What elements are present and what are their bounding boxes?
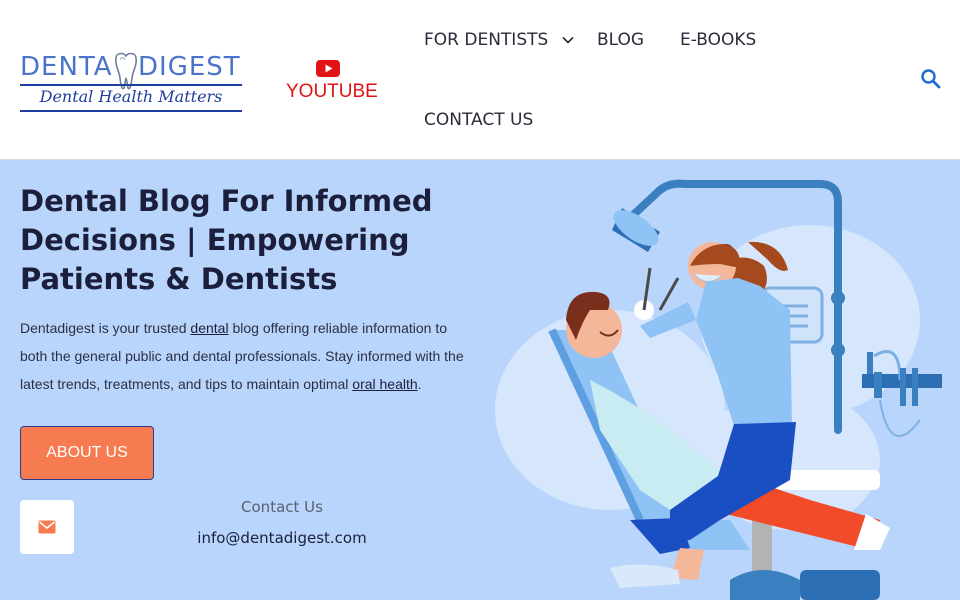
- site-logo[interactable]: DENTA DIGEST Dental Health Matters: [20, 46, 244, 118]
- hero-desc-text-1: Dentadigest is your trusted: [20, 320, 191, 336]
- youtube-icon: [316, 60, 340, 77]
- logo-tagline: Dental Health Matters: [39, 87, 223, 106]
- logo-word-digest: DIGEST: [138, 52, 241, 82]
- contact-us-label: Contact Us: [241, 498, 323, 516]
- youtube-label: YOUTUBE: [286, 81, 378, 102]
- nav-blog[interactable]: BLOG: [597, 30, 644, 50]
- tooth-icon: [115, 52, 137, 90]
- about-us-button[interactable]: ABOUT US: [20, 426, 154, 480]
- logo-wordmark: DENTA DIGEST: [20, 52, 244, 90]
- logo-word-denta: DENTA: [20, 52, 113, 82]
- mail-icon-box: [20, 500, 74, 554]
- search-icon[interactable]: [920, 68, 942, 90]
- nav-for-dentists-label: FOR DENTISTS: [424, 30, 549, 50]
- logo-rule-top: [20, 84, 242, 86]
- dentist-patient-illustration: [495, 179, 942, 600]
- chevron-down-icon: [562, 36, 574, 44]
- contact-email-link[interactable]: info@dentadigest.com: [192, 529, 372, 547]
- hero-title: Dental Blog For Informed Decisions | Emp…: [20, 184, 433, 296]
- dental-link[interactable]: dental: [190, 320, 228, 336]
- oral-health-link[interactable]: oral health: [352, 376, 417, 392]
- nav-for-dentists[interactable]: FOR DENTISTS: [424, 30, 574, 50]
- logo-rule-bottom: [20, 110, 242, 112]
- nav-ebooks[interactable]: E-BOOKS: [680, 30, 756, 50]
- nav-contact-us[interactable]: CONTACT US: [424, 110, 533, 130]
- site-header: DENTA DIGEST Dental Health Matters YOUTU…: [0, 0, 960, 160]
- mail-icon: [38, 520, 56, 534]
- youtube-link[interactable]: YOUTUBE: [286, 60, 378, 103]
- hero-description: Dentadigest is your trusted dental blog …: [20, 314, 470, 398]
- hero-desc-text-3: .: [417, 376, 422, 392]
